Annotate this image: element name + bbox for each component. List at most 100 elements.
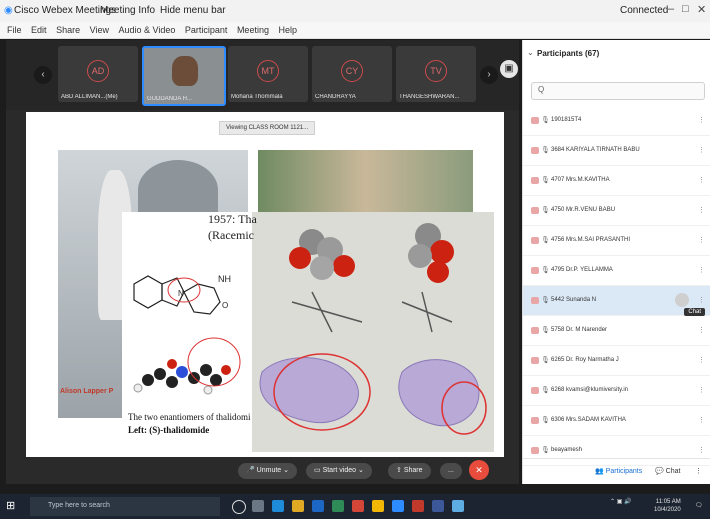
edge-icon[interactable] — [272, 500, 284, 512]
hide-menu-bar-button[interactable]: Hide menu bar — [160, 5, 226, 16]
app-icon[interactable] — [412, 500, 424, 512]
taskbar-search-input[interactable]: Type here to search — [30, 497, 220, 516]
thumbnail-name: GUDDANDA H... — [147, 96, 193, 102]
thalidomide-structure: NH N O — [122, 212, 262, 427]
participant-row[interactable]: 🎙 6306 Mrs.SADAM KAVITHA ⋮ — [523, 406, 710, 436]
menu-participant[interactable]: Participant — [185, 22, 228, 38]
thumbnail-name: Mohana Thommala — [231, 94, 283, 100]
thumbnail-mt[interactable]: MT Mohana Thommala — [228, 46, 308, 102]
collapse-icon[interactable]: ⌄ — [527, 48, 534, 57]
participant-row[interactable]: 🎙 4756 Mrs.M.SAI PRASANTHI ⋮ — [523, 226, 710, 256]
thumbnail-cy[interactable]: CY CHANDRAYYA — [312, 46, 392, 102]
avatar — [531, 267, 539, 274]
participant-row-highlighted[interactable]: 🎙 5442 Sunanda N ⋮ Chat — [523, 286, 710, 316]
participant-row[interactable]: 🎙 6265 Dr. Roy Narmatha J ⋮ — [523, 346, 710, 376]
more-icon[interactable]: ⋮ — [698, 326, 705, 334]
avatar — [531, 357, 539, 364]
clock[interactable]: 11:05 AM 10/4/2020 — [654, 498, 681, 514]
thumbnail-ad[interactable]: AD ABD ALLIMAN...(Me) — [58, 46, 138, 102]
more-icon[interactable]: ⋮ — [695, 467, 702, 475]
avatar: MT — [257, 60, 279, 82]
menu-audio-video[interactable]: Audio & Video — [118, 22, 175, 38]
unmute-button[interactable]: 🎤 Unmute ⌄ — [238, 463, 297, 479]
more-icon[interactable]: ⋮ — [698, 146, 705, 154]
more-icon[interactable]: ⋮ — [698, 416, 705, 424]
more-icon[interactable]: ⋮ — [698, 356, 705, 364]
thumbnail-tv[interactable]: TV THANGESHWARAN... — [396, 46, 476, 102]
participant-row[interactable]: 🎙 4750 Mr.R.VENU BABU ⋮ — [523, 196, 710, 226]
more-icon[interactable]: ⋮ — [698, 266, 705, 274]
svg-text:NH: NH — [218, 274, 231, 284]
viewing-banner[interactable]: Viewing CLASS ROOM 1121... — [219, 121, 316, 135]
store-icon[interactable] — [312, 500, 324, 512]
more-icon[interactable]: ⋮ — [698, 386, 705, 394]
more-icon[interactable]: ⋮ — [698, 446, 705, 454]
chat-icon[interactable] — [675, 293, 689, 307]
slide-caption: The two enantiomers of thalidomi — [128, 412, 251, 422]
meeting-controls: 🎤 Unmute ⌄ ▭ Start video ⌄ ⇪ Share ... ✕ — [6, 458, 519, 484]
start-video-button[interactable]: ▭ Start video ⌄ — [306, 463, 372, 479]
cortana-icon[interactable] — [232, 500, 246, 514]
meeting-stage: ‹ AD ABD ALLIMAN...(Me) GUDDANDA H... MT… — [6, 40, 519, 458]
chrome-icon[interactable] — [332, 500, 344, 512]
more-options-button[interactable]: ... — [440, 463, 462, 479]
mic-muted-icon: 🎙 — [541, 447, 550, 454]
participants-header: Participants (67) — [537, 49, 600, 58]
avatar: TV — [425, 60, 447, 82]
avatar — [531, 117, 539, 124]
menu-view[interactable]: View — [90, 22, 109, 38]
mic-muted-icon: 🎙 — [541, 147, 550, 154]
notifications-icon[interactable]: 🗨 — [695, 502, 703, 510]
slide-caption-bold: Left: (S)-thalidomide — [128, 425, 210, 435]
svg-text:O: O — [222, 301, 228, 310]
meeting-info-button[interactable]: Meeting Info — [100, 5, 155, 16]
app-icon[interactable] — [452, 500, 464, 512]
menu-meeting[interactable]: Meeting — [237, 22, 269, 38]
molecule-models — [252, 212, 494, 452]
app-icon[interactable] — [372, 500, 384, 512]
mail-icon[interactable] — [352, 500, 364, 512]
more-icon[interactable]: ⋮ — [698, 236, 705, 244]
avatar: AD — [87, 60, 109, 82]
menu-help[interactable]: Help — [278, 22, 297, 38]
close-icon[interactable]: ✕ — [697, 3, 706, 16]
minimize-icon[interactable]: – — [668, 3, 674, 15]
connection-status[interactable]: Connected — [620, 5, 668, 16]
chat-tab[interactable]: 💬 Chat — [655, 467, 680, 475]
scroll-right-icon[interactable]: › — [480, 66, 498, 84]
menu-edit[interactable]: Edit — [31, 22, 47, 38]
participant-row[interactable]: 🎙 6268 kvamsi@klumiversity.in ⋮ — [523, 376, 710, 406]
share-button[interactable]: ⇪ Share — [388, 463, 431, 479]
participant-row[interactable]: 🎙 3684 KARIYALA TIRNATH BABU ⋮ — [523, 136, 710, 166]
menu-share[interactable]: Share — [56, 22, 80, 38]
panel-footer: 👥 Participants 💬 Chat ⋮ — [523, 458, 710, 485]
app-icon[interactable] — [432, 500, 444, 512]
windows-start-icon[interactable]: ⊞ — [6, 500, 18, 512]
system-tray-icons[interactable]: ⌃ ▣ 🔊 — [610, 498, 632, 506]
scroll-left-icon[interactable]: ‹ — [34, 66, 52, 84]
participant-row[interactable]: 🎙 5758 Dr. M Narender ⋮ — [523, 316, 710, 346]
participant-row[interactable]: 🎙 1901815T4 ⋮ — [523, 106, 710, 136]
menu-file[interactable]: File — [7, 22, 22, 38]
more-icon[interactable]: ⋮ — [698, 176, 705, 184]
task-view-icon[interactable] — [252, 500, 264, 512]
avatar — [531, 207, 539, 214]
layout-icon[interactable]: ▣ — [500, 60, 518, 78]
mic-muted-icon: 🎙 — [541, 207, 550, 214]
webex-icon[interactable] — [392, 500, 404, 512]
end-meeting-button[interactable]: ✕ — [469, 460, 489, 480]
maximize-icon[interactable]: □ — [682, 3, 689, 15]
file-explorer-icon[interactable] — [292, 500, 304, 512]
more-icon[interactable]: ⋮ — [698, 296, 705, 304]
participants-tab[interactable]: 👥 Participants — [595, 467, 642, 475]
more-icon[interactable]: ⋮ — [698, 116, 705, 124]
mic-muted-icon: 🎙 — [541, 267, 550, 274]
avatar: CY — [341, 60, 363, 82]
participant-row[interactable]: 🎙 4707 Mrs.M.KAVITHA ⋮ — [523, 166, 710, 196]
mic-muted-icon: 🎙 — [541, 117, 550, 124]
thumbnail-active-speaker[interactable]: GUDDANDA H... — [142, 46, 226, 106]
more-icon[interactable]: ⋮ — [698, 206, 705, 214]
participants-panel: ⌄ Participants (67) Q 🎙 1901815T4 ⋮ 🎙 3684 … — [522, 40, 710, 484]
participant-search-input[interactable]: Q — [531, 82, 705, 100]
participant-row[interactable]: 🎙 4795 Dr.P. YELLAMMA ⋮ — [523, 256, 710, 286]
